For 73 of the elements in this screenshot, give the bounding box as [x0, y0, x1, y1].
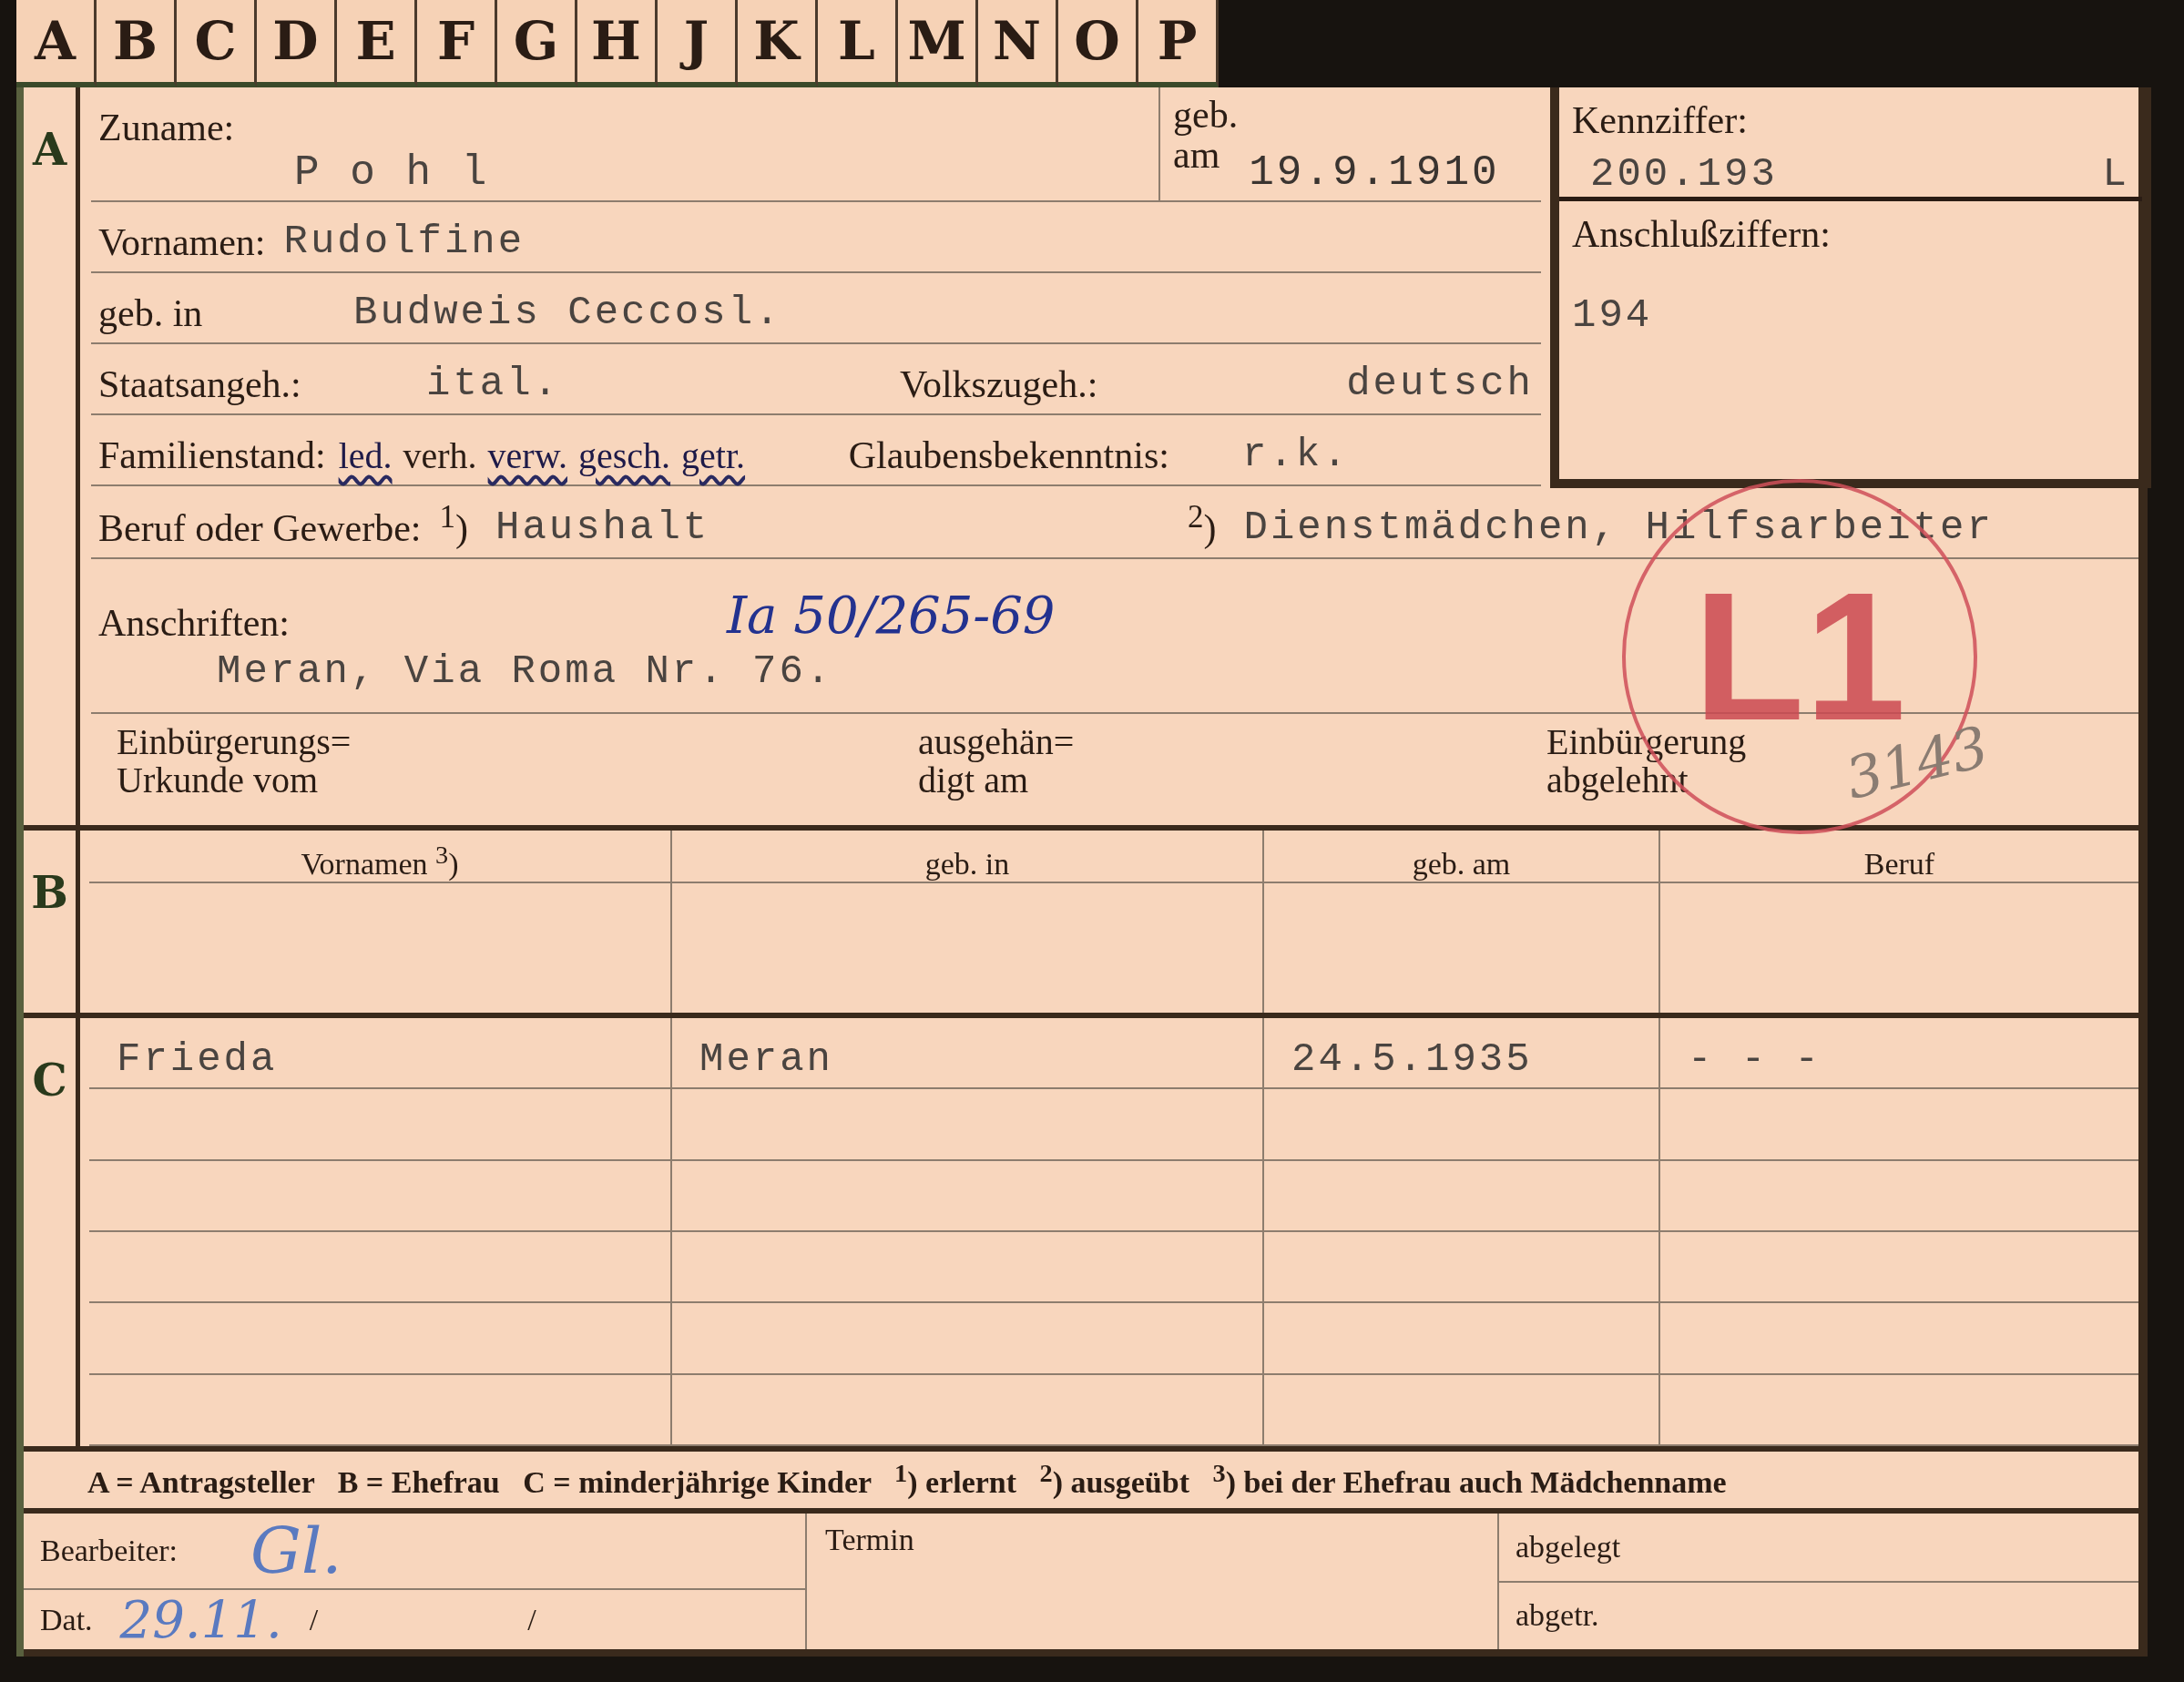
- reference-suffix: L: [2102, 151, 2129, 197]
- index-tab[interactable]: M: [898, 0, 978, 87]
- birthplace-value: Budweis Ceccosl.: [353, 290, 782, 335]
- table-cell: - - -: [1688, 1036, 1822, 1083]
- date-separator: /: [309, 1602, 319, 1637]
- field-label: Anschriften:: [98, 601, 290, 645]
- index-tab[interactable]: K: [738, 0, 818, 87]
- index-tab[interactable]: J: [658, 0, 738, 87]
- marital-status-option: verh.: [403, 434, 477, 477]
- citizenship-value: ital.: [426, 361, 562, 406]
- column-header: Beruf: [1863, 847, 1935, 882]
- field-label: Einbürgerungs=: [117, 723, 352, 761]
- marital-status-option: led.: [338, 434, 393, 477]
- index-tab[interactable]: O: [1058, 0, 1138, 87]
- field-label: Termin: [825, 1523, 915, 1557]
- marital-status-option: gesch.: [578, 434, 671, 477]
- field-label: Staatsangeh.:: [98, 362, 302, 406]
- religion-value: r.k.: [1241, 432, 1350, 477]
- handwritten-date: 29.11.: [119, 1590, 282, 1649]
- section-marker: C: [32, 1055, 67, 1107]
- field-label: abgelegt: [1516, 1529, 1621, 1565]
- footnote-mark: $^{1}$): [439, 499, 468, 550]
- index-tab[interactable]: G: [497, 0, 577, 87]
- field-label: Bearbeiter:: [40, 1534, 179, 1568]
- field-label: geb. in: [98, 291, 204, 335]
- handwritten-file-reference: Ia 50/265-69: [726, 586, 1056, 645]
- index-tab[interactable]: N: [978, 0, 1058, 87]
- field-label: Vornamen:: [98, 220, 266, 264]
- index-tab[interactable]: C: [177, 0, 257, 87]
- field-label: Dat.: [40, 1602, 93, 1637]
- index-tab[interactable]: L: [818, 0, 898, 87]
- index-tab[interactable]: B: [97, 0, 177, 87]
- first-name-value: Rudolfine: [283, 219, 526, 264]
- marital-status-option: getr.: [681, 434, 746, 477]
- table-cell: Meran: [699, 1036, 834, 1083]
- index-tab[interactable]: D: [257, 0, 337, 87]
- legend-text: A = Antragsteller B = Ehefrau C = minderjährige Kinder $^{1}$) erlernt $^{2}$) ausgeübt $^{3}$) bei der Ehefrau auch Mädchenname: [87, 1459, 1727, 1501]
- surname-value: P o h l: [293, 149, 491, 197]
- field-label: digt am: [918, 761, 1029, 800]
- field-label: Volkszugeh.:: [900, 362, 1098, 406]
- linked-number: 194: [1572, 292, 1654, 338]
- index-tab[interactable]: E: [337, 0, 417, 87]
- section-marker: A: [32, 124, 67, 177]
- date-separator: /: [527, 1602, 536, 1637]
- column-header: geb. in: [924, 847, 1010, 882]
- column-header: Vornamen $^{3}$): [301, 840, 459, 882]
- table-cell: Frieda: [117, 1036, 278, 1083]
- field-label: geb.: [1173, 95, 1239, 135]
- field-label: Zuname:: [98, 106, 236, 149]
- table-cell: 24.5.1935: [1291, 1036, 1533, 1083]
- address-value: Meran, Via Roma Nr. 76.: [217, 648, 833, 694]
- ethnicity-value: deutsch: [1346, 361, 1534, 406]
- field-label: am: [1173, 135, 1220, 175]
- reference-number: 200.193: [1590, 151, 1778, 197]
- index-tab[interactable]: H: [577, 0, 658, 87]
- index-tab[interactable]: F: [417, 0, 497, 87]
- index-tab[interactable]: A: [16, 0, 97, 87]
- field-label: Glaubensbekenntnis:: [848, 433, 1169, 477]
- index-tab[interactable]: P: [1138, 0, 1219, 87]
- field-label: Familienstand:: [98, 433, 326, 477]
- column-header: geb. am: [1412, 847, 1511, 882]
- occupation-value: Haushalt: [495, 505, 711, 550]
- field-label: ausgehän=: [918, 723, 1076, 761]
- birth-date-value: 19.9.1910: [1249, 149, 1500, 197]
- section-marker: B: [31, 867, 68, 920]
- field-label: Kennziffer:: [1572, 98, 1749, 142]
- field-label: Urkunde vom: [117, 761, 319, 800]
- handwritten-initials: Gl.: [250, 1514, 342, 1588]
- field-label: Anschlußziffern:: [1572, 212, 1832, 256]
- footnote-mark: $^{2}$): [1188, 499, 1217, 550]
- marital-status-option: verw.: [487, 434, 567, 477]
- field-label: Beruf oder Gewerbe:: [98, 506, 422, 550]
- field-label: abgetr.: [1516, 1598, 1599, 1634]
